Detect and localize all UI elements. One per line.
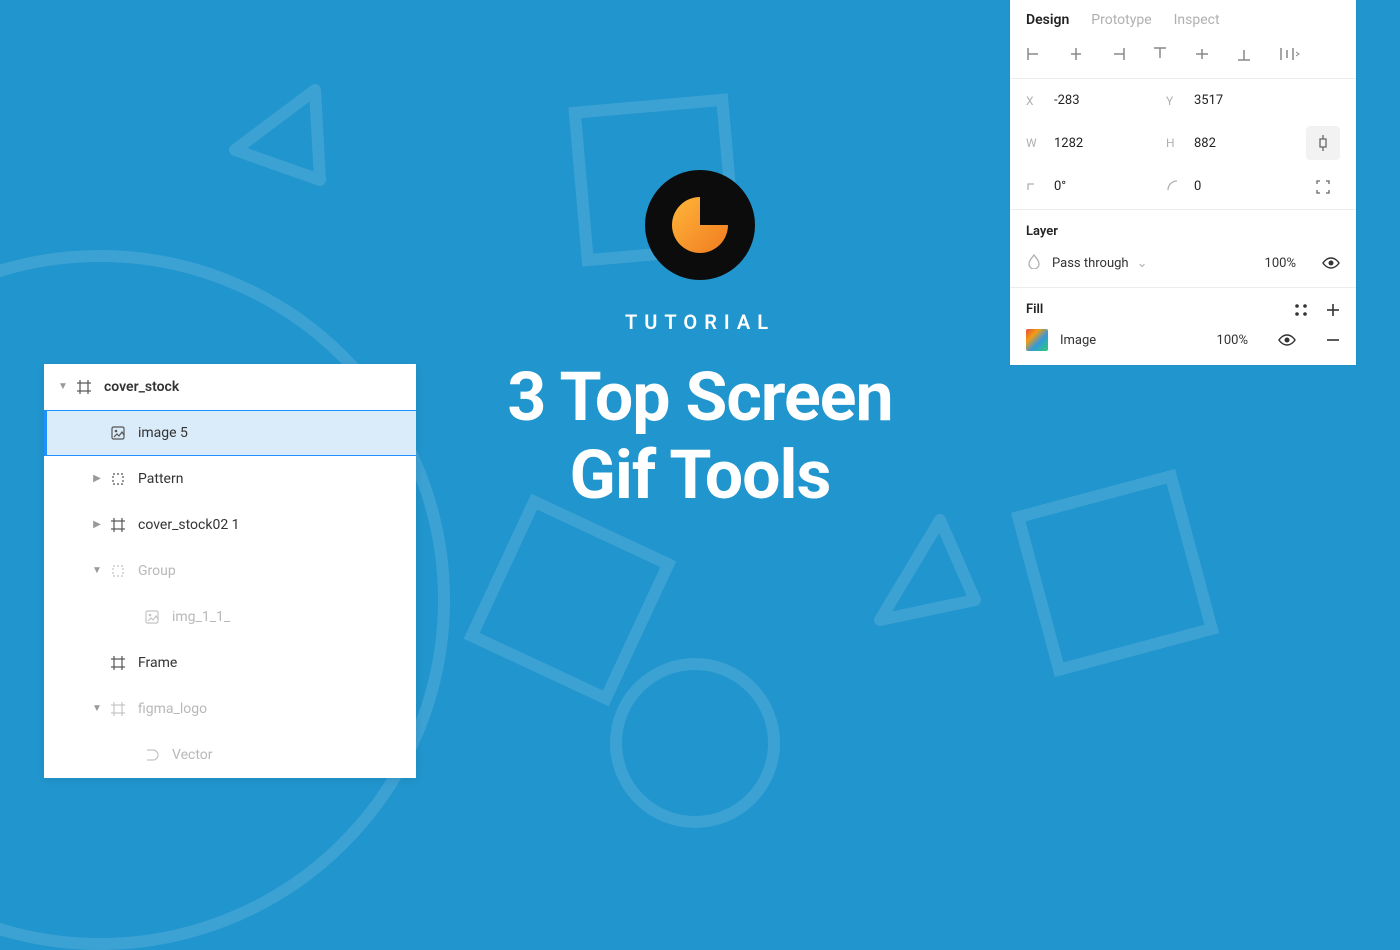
layer-row[interactable]: ▼ figma_logo (44, 686, 416, 732)
fill-section: Fill Image 100% (1010, 287, 1356, 365)
layer-label: figma_logo (138, 701, 207, 717)
layer-label: cover_stock02 1 (138, 517, 240, 533)
layer-label: Frame (138, 655, 177, 671)
vector-icon (142, 747, 162, 763)
layer-row[interactable]: ▶ Pattern (44, 456, 416, 502)
frame-icon (108, 517, 128, 533)
bg-circle-bottom (610, 658, 780, 828)
layer-row[interactable]: ▶ cover_stock02 1 (44, 502, 416, 548)
inspector-panel: Design Prototype Inspect X-283 Y3517 W12… (1010, 0, 1356, 365)
fill-visibility-eye-icon[interactable] (1278, 333, 1296, 347)
expand-chevron-icon[interactable]: ▶ (90, 473, 104, 484)
fill-opacity-input[interactable]: 100% (1217, 333, 1248, 348)
rotation-icon (1026, 178, 1042, 195)
position-section: X-283 Y3517 W1282 H882 0° 0 (1010, 78, 1356, 209)
layer-section-title: Layer (1026, 224, 1340, 239)
group-icon (108, 563, 128, 579)
layer-row[interactable]: ▼ cover_stock (44, 364, 416, 410)
layer-row[interactable]: img_1_1_ (44, 594, 416, 640)
fill-section-title: Fill (1026, 302, 1043, 317)
constrain-proportions-button[interactable] (1306, 126, 1340, 160)
tab-prototype[interactable]: Prototype (1091, 12, 1151, 28)
group-icon (108, 471, 128, 487)
hero: TUTORIAL 3 Top Screen Gif Tools (350, 170, 1050, 514)
layer-row[interactable]: Frame (44, 640, 416, 686)
fill-type-label: Image (1060, 333, 1096, 348)
bg-triangle-2 (860, 510, 990, 644)
expand-chevron-icon[interactable]: ▼ (56, 381, 70, 392)
app-logo (645, 170, 755, 280)
align-right-icon[interactable] (1110, 46, 1126, 62)
image-icon (142, 609, 162, 625)
layer-label: Pattern (138, 471, 183, 487)
layer-label: Group (138, 563, 176, 579)
layers-panel: ▼ cover_stockimage 5 ▶ Pattern ▶ cover_stock0… (44, 364, 416, 778)
frame-icon (108, 655, 128, 671)
tab-design[interactable]: Design (1026, 12, 1069, 28)
prop-y[interactable]: Y3517 (1166, 93, 1306, 108)
layer-label: img_1_1_ (172, 609, 230, 625)
blend-mode-value: Pass through (1052, 256, 1129, 271)
layer-row[interactable]: Vector (44, 732, 416, 778)
visibility-eye-icon[interactable] (1322, 256, 1340, 270)
radius-icon (1166, 178, 1182, 195)
inspector-tabs: Design Prototype Inspect (1010, 0, 1356, 38)
prop-rotation[interactable]: 0° (1026, 178, 1166, 195)
hero-title: 3 Top Screen Gif Tools (350, 358, 1050, 514)
layer-label: image 5 (138, 425, 188, 441)
prop-radius[interactable]: 0 (1166, 178, 1306, 195)
expand-chevron-icon[interactable]: ▼ (90, 565, 104, 576)
frame-icon (74, 379, 94, 395)
tab-inspect[interactable]: Inspect (1174, 12, 1220, 28)
expand-chevron-icon[interactable]: ▶ (90, 519, 104, 530)
layer-label: cover_stock (104, 379, 179, 395)
fill-swatch[interactable] (1026, 329, 1048, 351)
prop-x[interactable]: X-283 (1026, 93, 1166, 108)
align-bottom-icon[interactable] (1236, 46, 1252, 62)
fill-styles-icon[interactable] (1294, 303, 1308, 317)
align-top-icon[interactable] (1152, 46, 1168, 62)
align-vcenter-icon[interactable] (1194, 46, 1210, 62)
blend-mode-select[interactable]: Pass through ⌄ (1052, 256, 1255, 271)
align-hcenter-icon[interactable] (1068, 46, 1084, 62)
layer-label: Vector (172, 747, 213, 763)
expand-chevron-icon[interactable]: ▼ (90, 703, 104, 714)
prop-w[interactable]: W1282 (1026, 136, 1166, 151)
blend-mode-icon (1026, 253, 1042, 273)
layer-opacity-input[interactable]: 100% (1265, 256, 1296, 271)
add-fill-icon[interactable] (1326, 303, 1340, 317)
remove-fill-icon[interactable] (1326, 333, 1340, 347)
layer-row[interactable]: ▼ Group (44, 548, 416, 594)
alignment-row (1010, 38, 1356, 78)
prop-h[interactable]: H882 (1166, 136, 1306, 151)
hero-title-line1: 3 Top Screen (507, 357, 892, 437)
chevron-down-icon: ⌄ (1137, 256, 1148, 271)
image-icon (108, 425, 128, 441)
layer-row[interactable]: image 5 (44, 410, 416, 456)
layer-section: Layer Pass through ⌄ 100% (1010, 209, 1356, 287)
hero-title-line2: Gif Tools (570, 435, 831, 515)
hero-subtitle: TUTORIAL (350, 310, 1050, 334)
distribute-icon[interactable] (1278, 46, 1300, 62)
frame-icon (108, 701, 128, 717)
align-left-icon[interactable] (1026, 46, 1042, 62)
independent-corners-button[interactable] (1315, 179, 1331, 195)
